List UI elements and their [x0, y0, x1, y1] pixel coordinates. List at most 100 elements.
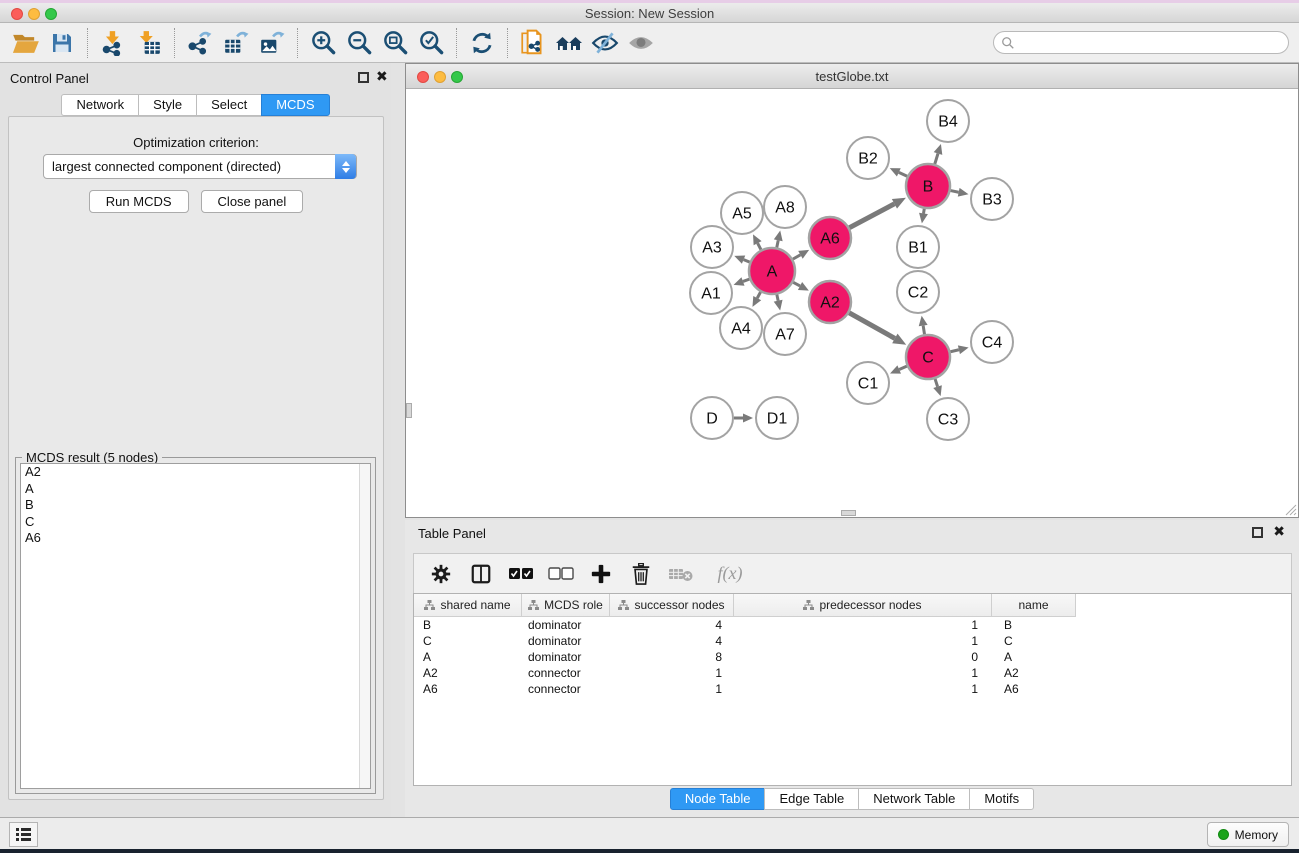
- graph-node[interactable]: A6: [809, 217, 851, 259]
- graph-node[interactable]: B1: [897, 226, 939, 268]
- graph-edge[interactable]: [849, 198, 905, 228]
- zoom-fit-button[interactable]: [377, 26, 413, 60]
- float-panel-icon[interactable]: [1252, 527, 1263, 538]
- search-input[interactable]: [1015, 34, 1288, 52]
- scrollbar-track[interactable]: [359, 464, 370, 788]
- show-panels-list-button[interactable]: [9, 822, 38, 847]
- graph-node[interactable]: A: [749, 248, 795, 294]
- tab-select[interactable]: Select: [196, 94, 262, 116]
- mcds-result-item[interactable]: C: [21, 514, 370, 531]
- column-header-shared-name[interactable]: shared name: [414, 594, 522, 617]
- graph-node[interactable]: C: [906, 335, 950, 379]
- graph-edge[interactable]: [753, 234, 762, 249]
- close-panel-icon[interactable]: ✖: [376, 68, 388, 85]
- column-header-successor-nodes[interactable]: successor nodes: [610, 594, 734, 617]
- graph-edge[interactable]: [774, 295, 783, 311]
- graph-edge[interactable]: [752, 292, 761, 307]
- tab-style[interactable]: Style: [138, 94, 197, 116]
- graph-edge[interactable]: [933, 379, 942, 396]
- graph-node[interactable]: C3: [927, 398, 969, 440]
- show-panel-button[interactable]: [623, 26, 659, 60]
- tab-node-table[interactable]: Node Table: [670, 788, 766, 810]
- select-all-button[interactable]: [508, 561, 534, 587]
- graph-node[interactable]: D: [691, 397, 733, 439]
- graph-edge[interactable]: [919, 209, 928, 224]
- hide-panel-button[interactable]: [587, 26, 623, 60]
- graph-edge[interactable]: [890, 168, 907, 176]
- settings-gear-button[interactable]: [428, 561, 454, 587]
- graph-edge[interactable]: [793, 282, 809, 291]
- graph-node[interactable]: B4: [927, 100, 969, 142]
- function-builder-button[interactable]: f(x): [708, 561, 752, 587]
- column-header-name[interactable]: name: [992, 594, 1076, 617]
- graph-edge[interactable]: [950, 345, 968, 354]
- deselect-all-button[interactable]: [548, 561, 574, 587]
- graph-edge[interactable]: [774, 231, 783, 248]
- home-button[interactable]: [551, 26, 587, 60]
- graph-edge[interactable]: [849, 313, 906, 345]
- graph-node[interactable]: A4: [720, 307, 762, 349]
- add-column-button[interactable]: [588, 561, 614, 587]
- zoom-out-button[interactable]: [341, 26, 377, 60]
- graph-node[interactable]: B3: [971, 178, 1013, 220]
- graph-node[interactable]: D1: [756, 397, 798, 439]
- column-visibility-button[interactable]: [468, 561, 494, 587]
- graph-node[interactable]: A5: [721, 192, 763, 234]
- graph-node[interactable]: C2: [897, 271, 939, 313]
- tab-motifs[interactable]: Motifs: [969, 788, 1034, 810]
- search-box[interactable]: [993, 31, 1289, 54]
- graph-edge[interactable]: [951, 188, 969, 197]
- mcds-result-item[interactable]: A6: [21, 530, 370, 547]
- export-image-button[interactable]: [254, 26, 290, 60]
- graph-edge[interactable]: [934, 144, 943, 164]
- close-panel-icon[interactable]: ✖: [1273, 523, 1285, 540]
- graph-node[interactable]: A7: [764, 313, 806, 355]
- table-row[interactable]: Cdominator41C: [414, 633, 1291, 649]
- refresh-styles-button[interactable]: [464, 26, 500, 60]
- graph-edge[interactable]: [919, 316, 928, 335]
- graph-node[interactable]: A1: [690, 272, 732, 314]
- table-row[interactable]: Bdominator41B: [414, 617, 1291, 633]
- delete-table-button[interactable]: [668, 561, 694, 587]
- mcds-result-item[interactable]: A: [21, 481, 370, 498]
- graph-node[interactable]: B: [906, 164, 950, 208]
- graph-edge[interactable]: [734, 277, 750, 285]
- splitter-handle[interactable]: [841, 510, 856, 516]
- export-network-button[interactable]: [182, 26, 218, 60]
- table-row[interactable]: A6connector11A6: [414, 681, 1291, 697]
- table-row[interactable]: Adominator80A: [414, 649, 1291, 665]
- tab-network[interactable]: Network: [61, 94, 139, 116]
- tab-mcds[interactable]: MCDS: [261, 94, 329, 116]
- export-table-button[interactable]: [218, 26, 254, 60]
- import-network-button[interactable]: [95, 26, 131, 60]
- tab-edge-table[interactable]: Edge Table: [764, 788, 859, 810]
- resize-grip-icon[interactable]: [1282, 501, 1297, 516]
- zoom-in-button[interactable]: [305, 26, 341, 60]
- network-from-file-button[interactable]: [515, 26, 551, 60]
- graph-node[interactable]: C4: [971, 321, 1013, 363]
- tab-network-table[interactable]: Network Table: [858, 788, 970, 810]
- delete-column-button[interactable]: [628, 561, 654, 587]
- mcds-result-item[interactable]: A2: [21, 464, 370, 481]
- graph-node[interactable]: A2: [809, 281, 851, 323]
- graph-edge[interactable]: [890, 365, 907, 373]
- graph-edge[interactable]: [793, 250, 809, 259]
- table-row[interactable]: A2connector11A2: [414, 665, 1291, 681]
- memory-button[interactable]: Memory: [1207, 822, 1289, 847]
- run-mcds-button[interactable]: Run MCDS: [89, 190, 189, 213]
- float-panel-icon[interactable]: [358, 72, 369, 83]
- open-session-button[interactable]: [8, 26, 44, 60]
- mcds-result-list[interactable]: A2ABCA6: [20, 463, 371, 789]
- graph-node[interactable]: A8: [764, 186, 806, 228]
- network-canvas[interactable]: AA6A2BCA1A3A4A5A7A8B1B2B3B4C1C2C3C4DD1: [406, 89, 1298, 517]
- mcds-result-item[interactable]: B: [21, 497, 370, 514]
- graph-edge[interactable]: [734, 414, 753, 423]
- close-panel-button[interactable]: Close panel: [201, 190, 304, 213]
- graph-edge[interactable]: [734, 255, 749, 263]
- optimization-criterion-select[interactable]: largest connected component (directed): [43, 154, 357, 179]
- zoom-selected-button[interactable]: [413, 26, 449, 60]
- graph-node[interactable]: B2: [847, 137, 889, 179]
- graph-node[interactable]: A3: [691, 226, 733, 268]
- splitter-handle[interactable]: [406, 403, 412, 418]
- column-header-predecessor-nodes[interactable]: predecessor nodes: [734, 594, 992, 617]
